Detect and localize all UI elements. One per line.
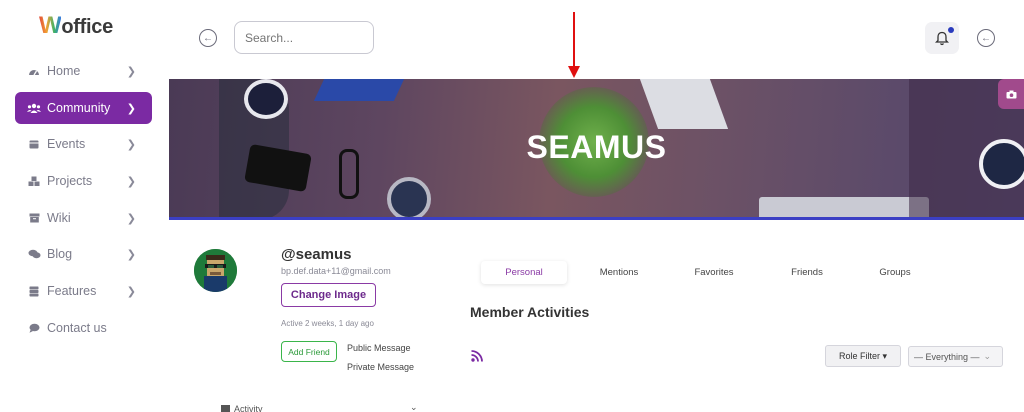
cover-image: SEAMUS: [169, 79, 1024, 220]
cover-coffee-cup-2: [387, 177, 431, 217]
annotation-arrow-head: [568, 66, 580, 78]
profile-email: bp.def.data+11@gmail.com: [281, 266, 391, 276]
caret-down-icon: ▾: [882, 350, 888, 361]
profile-username: @seamus: [281, 246, 352, 263]
arrow-left-icon[interactable]: ←: [977, 29, 995, 47]
public-message-link[interactable]: Public Message: [347, 343, 411, 353]
page: Woffice Home ❯ Community ❯ Events ❯ Proj…: [0, 0, 1024, 412]
sidebar-nav: Home ❯ Community ❯ Events ❯ Projects ❯ W…: [15, 55, 152, 349]
notification-badge: [948, 27, 954, 33]
activity-dropdown[interactable]: Activity ⌄: [221, 402, 418, 412]
avatar[interactable]: [194, 249, 237, 292]
sidebar-item-wiki[interactable]: Wiki ❯: [15, 202, 152, 234]
sidebar-item-features[interactable]: Features ❯: [15, 275, 152, 307]
annotation-arrow-line: [573, 12, 575, 68]
search-input[interactable]: [234, 21, 374, 54]
chevron-right-icon: ❯: [126, 102, 136, 115]
activity-type-select[interactable]: — Everything — ⌄: [908, 346, 1003, 367]
dashboard-icon: [27, 65, 41, 77]
sidebar-item-contact-us[interactable]: Contact us: [15, 312, 152, 344]
member-activities-title: Member Activities: [470, 304, 590, 320]
chevron-right-icon: ❯: [126, 212, 136, 225]
tab-mentions[interactable]: Mentions: [587, 261, 651, 284]
camera-icon: [1006, 90, 1016, 98]
notifications-button[interactable]: [925, 22, 959, 54]
chevron-down-icon: ⌄: [983, 351, 992, 361]
calendar-icon: [27, 138, 41, 150]
sidebar-item-projects[interactable]: Projects ❯: [15, 165, 152, 197]
cover-coffee-cup: [244, 79, 288, 119]
woffice-logo[interactable]: Woffice: [39, 12, 113, 40]
chevron-right-icon: ❯: [126, 66, 136, 78]
private-message-link[interactable]: Private Message: [347, 362, 414, 372]
chevron-down-icon: ⌄: [410, 402, 418, 412]
list-icon: [221, 405, 230, 412]
server-icon: [27, 285, 41, 297]
tab-groups[interactable]: Groups: [863, 261, 927, 284]
chevron-right-icon: ❯: [126, 139, 136, 152]
role-filter-button[interactable]: Role Filter ▾: [825, 345, 901, 367]
back-arrow-icon[interactable]: ←: [199, 29, 217, 47]
change-cover-button[interactable]: [998, 79, 1024, 109]
chevron-right-icon: ❯: [126, 249, 136, 262]
comments-icon: [27, 248, 41, 260]
cubes-icon: [27, 175, 41, 187]
tab-personal[interactable]: Personal: [481, 261, 567, 284]
tab-friends[interactable]: Friends: [775, 261, 839, 284]
comment-icon: [27, 322, 41, 334]
last-active-text: Active 2 weeks, 1 day ago: [281, 319, 374, 328]
sidebar-item-home[interactable]: Home ❯: [15, 55, 152, 87]
cover-tablet: [313, 79, 405, 101]
sidebar: Woffice Home ❯ Community ❯ Events ❯ Proj…: [0, 0, 168, 412]
box-icon: [27, 212, 41, 224]
users-icon: [27, 102, 41, 114]
change-image-button[interactable]: Change Image: [281, 283, 376, 307]
chevron-right-icon: ❯: [126, 286, 136, 299]
sidebar-item-events[interactable]: Events ❯: [15, 128, 152, 160]
add-friend-button[interactable]: Add Friend: [281, 341, 337, 362]
sidebar-item-blog[interactable]: Blog ❯: [15, 238, 152, 270]
chevron-right-icon: ❯: [126, 176, 136, 189]
sidebar-item-community[interactable]: Community ❯: [15, 91, 152, 124]
rss-icon[interactable]: [471, 349, 483, 367]
tab-favorites[interactable]: Favorites: [682, 261, 746, 284]
bell-icon: [935, 31, 949, 45]
cover-laptop: [759, 197, 929, 217]
cover-title: SEAMUS: [526, 129, 667, 165]
cover-paper: [639, 79, 729, 129]
